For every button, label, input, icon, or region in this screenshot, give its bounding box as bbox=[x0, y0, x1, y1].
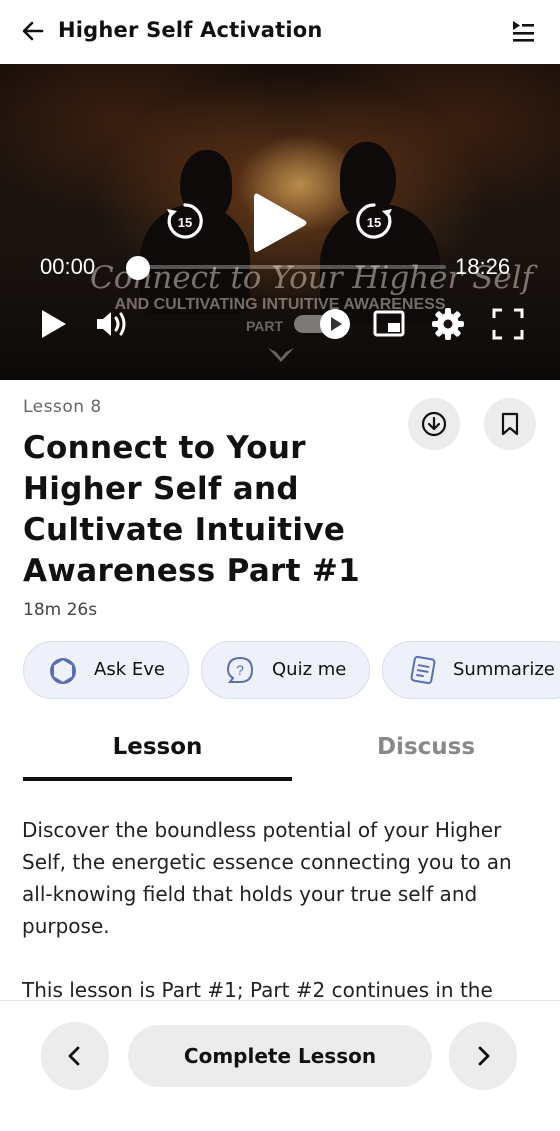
bookmark-icon bbox=[501, 412, 519, 436]
picture-in-picture-icon bbox=[373, 310, 405, 337]
volume-button[interactable] bbox=[94, 306, 130, 342]
bottom-bar: Complete Lesson bbox=[0, 1000, 560, 1131]
chevron-right-icon bbox=[478, 1046, 490, 1066]
autoplay-toggle[interactable] bbox=[294, 308, 352, 340]
course-title: Higher Self Activation bbox=[58, 18, 323, 42]
forward-seconds: 15 bbox=[367, 215, 381, 230]
rewind-button[interactable]: 15 bbox=[163, 199, 207, 243]
settings-button[interactable] bbox=[430, 306, 466, 342]
seek-thumb[interactable] bbox=[126, 256, 150, 280]
svg-text:?: ? bbox=[236, 662, 244, 678]
playlist-button[interactable] bbox=[508, 16, 538, 46]
fullscreen-button[interactable] bbox=[490, 306, 526, 342]
total-time: 18:26 bbox=[455, 254, 511, 279]
forward-button[interactable]: 15 bbox=[352, 199, 396, 243]
download-icon bbox=[421, 411, 447, 437]
video-overlay-part: PART bbox=[246, 318, 284, 334]
previous-lesson-button[interactable] bbox=[41, 1022, 109, 1090]
lesson-number: Lesson 8 bbox=[23, 397, 102, 417]
lesson-duration: 18m 26s bbox=[23, 600, 98, 620]
summarize-label: Summarize bbox=[453, 659, 555, 680]
ask-eve-label: Ask Eve bbox=[94, 659, 165, 680]
download-button[interactable] bbox=[408, 398, 460, 450]
arrow-left-icon bbox=[22, 21, 44, 41]
forward-15-icon: 15 bbox=[356, 203, 392, 239]
lesson-title: Connect to Your Higher Self and Cultivat… bbox=[23, 430, 361, 589]
seek-bar[interactable] bbox=[132, 265, 446, 269]
summarize-button[interactable]: Summarize bbox=[382, 641, 560, 699]
eve-icon bbox=[50, 657, 76, 685]
current-time: 00:00 bbox=[40, 254, 96, 279]
play-small-icon bbox=[42, 310, 66, 338]
summarize-icon bbox=[410, 655, 436, 685]
active-tab-indicator bbox=[23, 777, 292, 781]
tab-lesson[interactable]: Lesson bbox=[23, 734, 292, 760]
quiz-me-label: Quiz me bbox=[272, 659, 347, 680]
play-button[interactable] bbox=[36, 306, 72, 342]
lesson-content: Discover the boundless potential of your… bbox=[0, 800, 560, 1000]
ask-eve-button[interactable]: Ask Eve bbox=[23, 641, 189, 699]
picture-in-picture-button[interactable] bbox=[372, 306, 408, 342]
back-button[interactable] bbox=[18, 16, 48, 46]
complete-lesson-button[interactable]: Complete Lesson bbox=[128, 1025, 432, 1087]
fullscreen-icon bbox=[492, 308, 524, 340]
rewind-15-icon: 15 bbox=[167, 203, 203, 239]
app-header: Higher Self Activation bbox=[0, 0, 560, 64]
chevron-left-icon bbox=[68, 1046, 80, 1066]
gear-icon bbox=[432, 308, 464, 340]
play-icon bbox=[254, 193, 307, 252]
autoplay-toggle-icon bbox=[294, 309, 350, 339]
lesson-paragraph: This lesson is Part #1; Part #2 continue… bbox=[22, 978, 493, 1000]
rewind-seconds: 15 bbox=[178, 215, 192, 230]
brand-logo-icon bbox=[268, 348, 294, 362]
tab-discuss[interactable]: Discuss bbox=[292, 734, 560, 760]
bookmark-button[interactable] bbox=[484, 398, 536, 450]
volume-icon bbox=[97, 312, 126, 336]
playlist-icon bbox=[513, 21, 534, 42]
next-lesson-button[interactable] bbox=[449, 1022, 517, 1090]
video-overlay-subtitle: AND CULTIVATING INTUITIVE AWARENESS bbox=[114, 296, 446, 313]
quiz-icon: ? bbox=[226, 656, 254, 683]
quiz-me-button[interactable]: ? Quiz me bbox=[201, 641, 370, 699]
play-button-large[interactable] bbox=[248, 188, 312, 258]
video-player[interactable]: Connect to Your Higher Self AND CULTIVAT… bbox=[0, 64, 560, 380]
lesson-paragraph: Discover the boundless potential of your… bbox=[22, 818, 512, 938]
